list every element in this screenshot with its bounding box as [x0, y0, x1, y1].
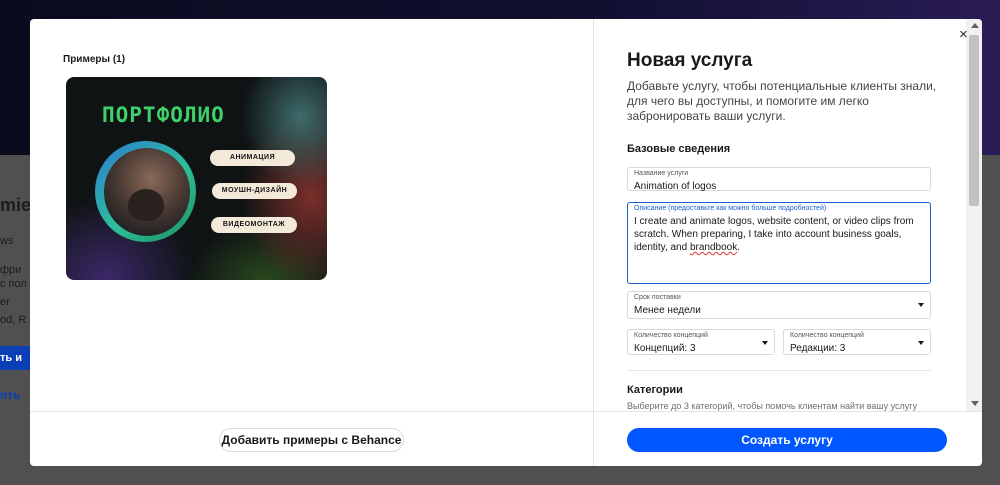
service-description-field[interactable]: Описание (предоставьте как можно больше … [627, 202, 931, 284]
concepts-count-value: Концепций: 3 [634, 343, 696, 354]
scrollbar-thumb[interactable] [969, 35, 979, 206]
create-service-button[interactable]: Создать услугу [627, 428, 947, 452]
service-name-label: Название услуги [634, 170, 689, 177]
tag-video-editing: ВИДЕОМОНТАЖ [211, 217, 297, 233]
background-link: пть [0, 388, 21, 402]
basics-section-title: Базовые сведения [627, 143, 731, 155]
chevron-down-icon [918, 303, 924, 307]
portfolio-heading: ПОРТФОЛИО [102, 103, 225, 127]
tag-animation: АНИМАЦИЯ [210, 150, 295, 166]
section-divider [627, 370, 931, 371]
revisions-count-select[interactable]: Количество концепций Редакции: 3 [783, 329, 931, 355]
service-name-value: Animation of logos [634, 181, 717, 192]
close-icon[interactable]: × [959, 27, 968, 43]
background-button: ть и [0, 346, 30, 370]
revisions-count-label: Количество концепций [790, 332, 864, 339]
delivery-time-value: Менее недели [634, 305, 701, 316]
service-form-pane: Новая услуга Добавьте услугу, чтобы поте… [594, 19, 982, 411]
revisions-count-value: Редакции: 3 [790, 343, 846, 354]
form-scrollbar[interactable] [966, 19, 982, 411]
concepts-count-label: Количество концепций [634, 332, 708, 339]
service-description-value: I create and animate logos, website cont… [634, 216, 914, 253]
background-heading-fragment: mie [0, 195, 32, 215]
service-form-footer: Создать услугу [594, 411, 982, 466]
categories-subtitle: Выберите до 3 категорий, чтобы помочь кл… [627, 401, 918, 411]
examples-pane: Примеры (1) ПОРТФОЛИО АНИМАЦИЯ МОУШН-ДИЗ… [30, 19, 593, 411]
chevron-down-icon [918, 341, 924, 345]
delivery-time-select[interactable]: Срок поставки Менее недели [627, 291, 931, 319]
chevron-down-icon [762, 341, 768, 345]
background-text-fragment: er [0, 296, 10, 308]
avatar-detail [128, 189, 164, 221]
page-title: Новая услуга [627, 50, 753, 71]
examples-footer: Добавить примеры с Behance [30, 411, 593, 466]
service-name-field[interactable]: Название услуги Animation of logos [627, 167, 931, 192]
tag-motion-design: МОУШН-ДИЗАЙН [212, 183, 297, 199]
service-description-label: Описание (предоставьте как можно больше … [634, 205, 827, 212]
background-text-fragment: od, R [0, 314, 27, 326]
background-text-fragment: ws [0, 235, 14, 247]
examples-title: Примеры (1) [63, 54, 126, 65]
background-text-fragment: с пол [0, 278, 27, 290]
background-text-fragment: фри [0, 264, 22, 276]
scroll-up-arrow-icon[interactable] [971, 23, 979, 28]
service-description-text: Добавьте услугу, чтобы потенциальные кли… [627, 79, 937, 123]
concepts-count-select[interactable]: Количество концепций Концепций: 3 [627, 329, 775, 355]
delivery-time-label: Срок поставки [634, 294, 681, 301]
portfolio-example-card[interactable]: ПОРТФОЛИО АНИМАЦИЯ МОУШН-ДИЗАЙН ВИДЕОМОН… [66, 77, 327, 280]
add-behance-examples-button[interactable]: Добавить примеры с Behance [219, 428, 404, 452]
categories-title: Категории [627, 384, 683, 396]
spellcheck-word: brandbook [689, 242, 738, 253]
scroll-down-arrow-icon[interactable] [971, 401, 979, 406]
new-service-modal: Примеры (1) ПОРТФОЛИО АНИМАЦИЯ МОУШН-ДИЗ… [30, 19, 982, 466]
